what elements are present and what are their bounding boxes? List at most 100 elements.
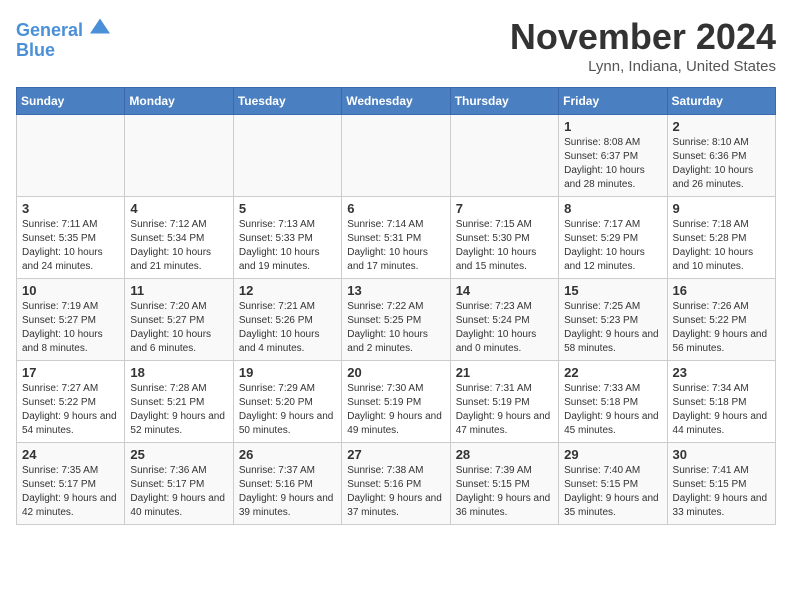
column-header-wednesday: Wednesday bbox=[342, 88, 450, 115]
column-header-tuesday: Tuesday bbox=[233, 88, 341, 115]
day-cell bbox=[125, 115, 233, 197]
day-number: 16 bbox=[673, 283, 770, 298]
day-info: Sunrise: 7:30 AM Sunset: 5:19 PM Dayligh… bbox=[347, 382, 444, 438]
logo: General Blue bbox=[16, 16, 110, 61]
day-info: Sunrise: 7:11 AM Sunset: 5:35 PM Dayligh… bbox=[22, 218, 119, 274]
day-cell: 19 Sunrise: 7:29 AM Sunset: 5:20 PM Dayli… bbox=[233, 361, 341, 443]
day-info: Sunrise: 7:38 AM Sunset: 5:16 PM Dayligh… bbox=[347, 464, 444, 520]
day-info: Sunrise: 7:28 AM Sunset: 5:21 PM Dayligh… bbox=[130, 382, 227, 438]
day-cell bbox=[450, 115, 558, 197]
column-header-thursday: Thursday bbox=[450, 88, 558, 115]
day-cell: 2Sunrise: 8:10 AM Sunset: 6:36 PM Daylig… bbox=[667, 115, 775, 197]
day-info: Sunrise: 7:41 AM Sunset: 5:15 PM Dayligh… bbox=[673, 464, 770, 520]
day-info: Sunrise: 7:13 AM Sunset: 5:33 PM Dayligh… bbox=[239, 218, 336, 274]
day-number: 17 bbox=[22, 365, 119, 380]
day-cell: 13Sunrise: 7:22 AM Sunset: 5:25 PM Dayli… bbox=[342, 279, 450, 361]
day-cell: 10 Sunrise: 7:19 AM Sunset: 5:27 PM Dayli… bbox=[17, 279, 125, 361]
day-info: Sunrise: 7:21 AM Sunset: 5:26 PM Dayligh… bbox=[239, 300, 336, 356]
day-number: 6 bbox=[347, 201, 444, 216]
day-info: Sunrise: 7:34 AM Sunset: 5:18 PM Dayligh… bbox=[673, 382, 770, 438]
day-info: Sunrise: 7:19 AM Sunset: 5:27 PM Dayligh… bbox=[22, 300, 119, 356]
day-number: 4 bbox=[130, 201, 227, 216]
logo-text: General bbox=[16, 16, 110, 41]
day-info: Sunrise: 7:39 AM Sunset: 5:15 PM Dayligh… bbox=[456, 464, 553, 520]
week-row-3: 10 Sunrise: 7:19 AM Sunset: 5:27 PM Dayli… bbox=[17, 279, 776, 361]
day-info: Sunrise: 7:33 AM Sunset: 5:18 PM Dayligh… bbox=[564, 382, 661, 438]
logo-icon bbox=[90, 16, 110, 36]
day-cell: 26 Sunrise: 7:37 AM Sunset: 5:16 PM Dayli… bbox=[233, 443, 341, 525]
day-cell: 6 Sunrise: 7:14 AM Sunset: 5:31 PM Daylig… bbox=[342, 197, 450, 279]
week-row-1: 1 Sunrise: 8:08 AM Sunset: 6:37 PM Daylig… bbox=[17, 115, 776, 197]
column-header-saturday: Saturday bbox=[667, 88, 775, 115]
day-info: Sunrise: 7:37 AM Sunset: 5:16 PM Dayligh… bbox=[239, 464, 336, 520]
day-number: 15 bbox=[564, 283, 661, 298]
day-number: 5 bbox=[239, 201, 336, 216]
day-info: Sunrise: 7:14 AM Sunset: 5:31 PM Dayligh… bbox=[347, 218, 444, 274]
day-info: Sunrise: 7:35 AM Sunset: 5:17 PM Dayligh… bbox=[22, 464, 119, 520]
week-row-4: 17 Sunrise: 7:27 AM Sunset: 5:22 PM Dayli… bbox=[17, 361, 776, 443]
day-cell: 18 Sunrise: 7:28 AM Sunset: 5:21 PM Dayli… bbox=[125, 361, 233, 443]
column-header-monday: Monday bbox=[125, 88, 233, 115]
day-info: Sunrise: 8:08 AM Sunset: 6:37 PM Dayligh… bbox=[564, 136, 661, 192]
day-number: 24 bbox=[22, 447, 119, 462]
day-number: 1 bbox=[564, 119, 661, 134]
title-block: November 2024 Lynn, Indiana, United Stat… bbox=[510, 16, 776, 75]
day-cell: 28 Sunrise: 7:39 AM Sunset: 5:15 PM Dayli… bbox=[450, 443, 558, 525]
day-cell: 27 Sunrise: 7:38 AM Sunset: 5:16 PM Dayli… bbox=[342, 443, 450, 525]
day-info: Sunrise: 7:26 AM Sunset: 5:22 PM Dayligh… bbox=[673, 300, 770, 356]
day-cell: 21 Sunrise: 7:31 AM Sunset: 5:19 PM Dayli… bbox=[450, 361, 558, 443]
day-cell: 25Sunrise: 7:36 AM Sunset: 5:17 PM Dayli… bbox=[125, 443, 233, 525]
day-number: 8 bbox=[564, 201, 661, 216]
day-cell bbox=[17, 115, 125, 197]
day-cell: 20Sunrise: 7:30 AM Sunset: 5:19 PM Dayli… bbox=[342, 361, 450, 443]
day-info: Sunrise: 7:29 AM Sunset: 5:20 PM Dayligh… bbox=[239, 382, 336, 438]
day-cell: 4Sunrise: 7:12 AM Sunset: 5:34 PM Daylig… bbox=[125, 197, 233, 279]
day-cell: 23 Sunrise: 7:34 AM Sunset: 5:18 PM Dayli… bbox=[667, 361, 775, 443]
day-info: Sunrise: 7:40 AM Sunset: 5:15 PM Dayligh… bbox=[564, 464, 661, 520]
day-number: 30 bbox=[673, 447, 770, 462]
day-cell: 9Sunrise: 7:18 AM Sunset: 5:28 PM Daylig… bbox=[667, 197, 775, 279]
location: Lynn, Indiana, United States bbox=[510, 58, 776, 75]
calendar-table: SundayMondayTuesdayWednesdayThursdayFrid… bbox=[16, 87, 776, 525]
day-number: 10 bbox=[22, 283, 119, 298]
day-info: Sunrise: 7:17 AM Sunset: 5:29 PM Dayligh… bbox=[564, 218, 661, 274]
week-row-5: 24 Sunrise: 7:35 AM Sunset: 5:17 PM Dayli… bbox=[17, 443, 776, 525]
page-header: General Blue November 2024 Lynn, Indiana… bbox=[16, 16, 776, 75]
header-row: SundayMondayTuesdayWednesdayThursdayFrid… bbox=[17, 88, 776, 115]
day-cell: 16 Sunrise: 7:26 AM Sunset: 5:22 PM Dayli… bbox=[667, 279, 775, 361]
day-cell: 22 Sunrise: 7:33 AM Sunset: 5:18 PM Dayli… bbox=[559, 361, 667, 443]
day-number: 23 bbox=[673, 365, 770, 380]
day-number: 18 bbox=[130, 365, 227, 380]
day-cell: 15 Sunrise: 7:25 AM Sunset: 5:23 PM Dayli… bbox=[559, 279, 667, 361]
day-info: Sunrise: 7:22 AM Sunset: 5:25 PM Dayligh… bbox=[347, 300, 444, 356]
day-cell: 14Sunrise: 7:23 AM Sunset: 5:24 PM Dayli… bbox=[450, 279, 558, 361]
day-cell: 17 Sunrise: 7:27 AM Sunset: 5:22 PM Dayli… bbox=[17, 361, 125, 443]
day-info: Sunrise: 7:27 AM Sunset: 5:22 PM Dayligh… bbox=[22, 382, 119, 438]
day-info: Sunrise: 7:20 AM Sunset: 5:27 PM Dayligh… bbox=[130, 300, 227, 356]
column-header-sunday: Sunday bbox=[17, 88, 125, 115]
day-number: 19 bbox=[239, 365, 336, 380]
day-info: Sunrise: 7:31 AM Sunset: 5:19 PM Dayligh… bbox=[456, 382, 553, 438]
day-number: 7 bbox=[456, 201, 553, 216]
day-cell: 29 Sunrise: 7:40 AM Sunset: 5:15 PM Dayli… bbox=[559, 443, 667, 525]
day-cell bbox=[342, 115, 450, 197]
day-cell: 30 Sunrise: 7:41 AM Sunset: 5:15 PM Dayli… bbox=[667, 443, 775, 525]
day-info: Sunrise: 7:15 AM Sunset: 5:30 PM Dayligh… bbox=[456, 218, 553, 274]
day-number: 22 bbox=[564, 365, 661, 380]
day-number: 25 bbox=[130, 447, 227, 462]
day-info: Sunrise: 7:25 AM Sunset: 5:23 PM Dayligh… bbox=[564, 300, 661, 356]
day-cell: 1 Sunrise: 8:08 AM Sunset: 6:37 PM Daylig… bbox=[559, 115, 667, 197]
day-info: Sunrise: 8:10 AM Sunset: 6:36 PM Dayligh… bbox=[673, 136, 770, 192]
day-number: 12 bbox=[239, 283, 336, 298]
day-number: 26 bbox=[239, 447, 336, 462]
day-number: 28 bbox=[456, 447, 553, 462]
column-header-friday: Friday bbox=[559, 88, 667, 115]
day-number: 29 bbox=[564, 447, 661, 462]
day-cell bbox=[233, 115, 341, 197]
day-number: 21 bbox=[456, 365, 553, 380]
day-cell: 3Sunrise: 7:11 AM Sunset: 5:35 PM Daylig… bbox=[17, 197, 125, 279]
day-cell: 8 Sunrise: 7:17 AM Sunset: 5:29 PM Daylig… bbox=[559, 197, 667, 279]
day-number: 11 bbox=[130, 283, 227, 298]
day-number: 27 bbox=[347, 447, 444, 462]
day-cell: 24 Sunrise: 7:35 AM Sunset: 5:17 PM Dayli… bbox=[17, 443, 125, 525]
